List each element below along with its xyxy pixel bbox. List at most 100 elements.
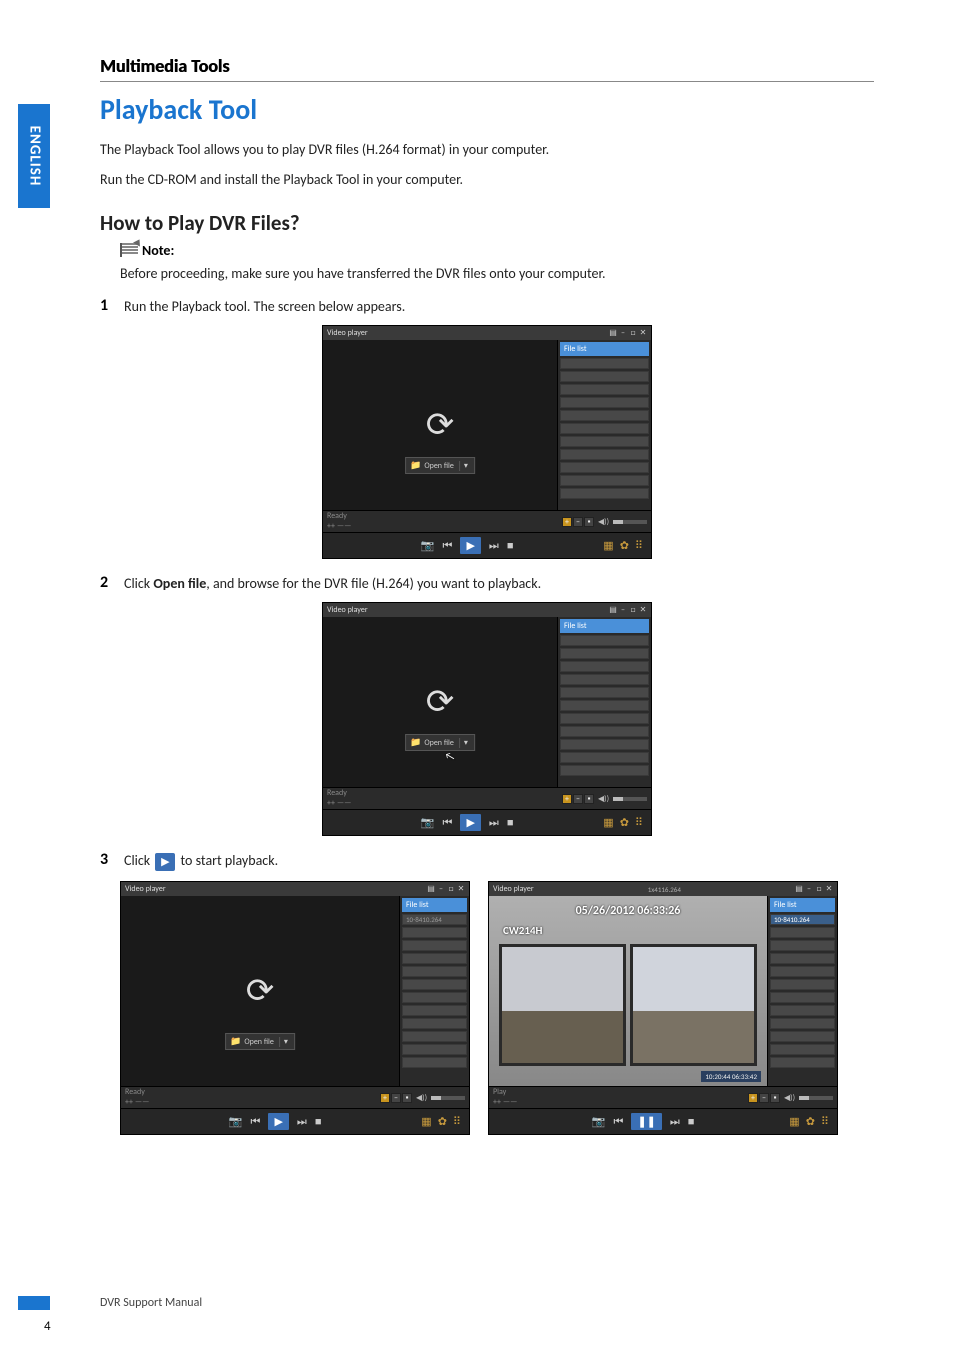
list-item[interactable]	[560, 436, 649, 447]
list-item[interactable]	[770, 979, 835, 990]
stop-button[interactable]: ■	[315, 1115, 322, 1128]
zoom-fit-button[interactable]: ▪	[584, 517, 594, 527]
snapshot-button[interactable]: 📷	[421, 539, 435, 552]
stack-icon[interactable]: ▤	[427, 885, 435, 893]
stop-button[interactable]: ■	[688, 1115, 695, 1128]
list-item[interactable]	[770, 1031, 835, 1042]
list-item[interactable]	[402, 992, 467, 1003]
settings-button[interactable]: ✿	[620, 816, 629, 829]
zoom-fit-button[interactable]: ▪	[770, 1093, 780, 1103]
volume-icon[interactable]: ◀))	[784, 1093, 795, 1103]
zoom-out-button[interactable]: –	[759, 1093, 769, 1103]
list-item[interactable]	[560, 358, 649, 369]
list-item[interactable]: 10-8410.264	[402, 914, 467, 925]
zoom-out-button[interactable]: –	[391, 1093, 401, 1103]
next-button[interactable]: ⏭	[489, 539, 499, 553]
list-item[interactable]	[770, 1018, 835, 1029]
extras-button[interactable]: ⠿	[635, 539, 643, 552]
list-item[interactable]	[560, 713, 649, 724]
next-button[interactable]: ⏭	[489, 816, 499, 830]
volume-slider[interactable]	[613, 520, 647, 524]
stop-button[interactable]: ■	[507, 816, 514, 829]
list-item[interactable]	[770, 940, 835, 951]
extras-button[interactable]: ⠿	[635, 816, 643, 829]
snapshot-button[interactable]: 📷	[421, 816, 435, 829]
list-item[interactable]	[560, 739, 649, 750]
grid-view-button[interactable]: ▦	[603, 539, 613, 552]
zoom-out-button[interactable]: –	[573, 794, 583, 804]
volume-icon[interactable]: ◀))	[416, 1093, 427, 1103]
list-item[interactable]	[770, 992, 835, 1003]
list-item[interactable]	[770, 953, 835, 964]
list-item[interactable]	[560, 752, 649, 763]
list-item[interactable]	[402, 1005, 467, 1016]
list-item[interactable]	[560, 700, 649, 711]
minimize-icon[interactable]: –	[437, 885, 445, 893]
zoom-in-button[interactable]: +	[748, 1093, 758, 1103]
extras-button[interactable]: ⠿	[821, 1115, 829, 1128]
dropdown-caret-icon[interactable]: ▾	[279, 1037, 288, 1047]
extras-button[interactable]: ⠿	[453, 1115, 461, 1128]
prev-button[interactable]: ⏮	[443, 816, 453, 830]
list-item[interactable]	[560, 462, 649, 473]
prev-button[interactable]: ⏮	[251, 1115, 261, 1129]
dropdown-caret-icon[interactable]: ▾	[459, 461, 468, 471]
list-item[interactable]	[560, 397, 649, 408]
list-item[interactable]	[560, 648, 649, 659]
stack-icon[interactable]: ▤	[609, 606, 617, 614]
list-item[interactable]	[402, 1057, 467, 1068]
list-item[interactable]	[402, 979, 467, 990]
prev-button[interactable]: ⏮	[614, 1115, 624, 1129]
list-item[interactable]	[560, 635, 649, 646]
list-item[interactable]	[560, 726, 649, 737]
list-item[interactable]	[402, 953, 467, 964]
grid-view-button[interactable]: ▦	[421, 1115, 431, 1128]
volume-slider[interactable]	[431, 1096, 465, 1100]
list-item[interactable]	[560, 488, 649, 499]
zoom-in-button[interactable]: +	[562, 517, 572, 527]
settings-button[interactable]: ✿	[620, 539, 629, 552]
settings-button[interactable]: ✿	[806, 1115, 815, 1128]
grid-view-button[interactable]: ▦	[603, 816, 613, 829]
list-item[interactable]	[770, 966, 835, 977]
play-button[interactable]: ▶	[460, 814, 480, 831]
list-item[interactable]	[402, 1044, 467, 1055]
zoom-fit-button[interactable]: ▪	[402, 1093, 412, 1103]
list-item[interactable]	[402, 1018, 467, 1029]
list-item[interactable]	[560, 661, 649, 672]
list-item[interactable]: 10-8410.264	[770, 914, 835, 925]
stack-icon[interactable]: ▤	[795, 885, 803, 893]
open-file-button[interactable]: 📁 Open file ▾	[225, 1033, 295, 1050]
maximize-icon[interactable]: □	[815, 885, 823, 893]
list-item[interactable]	[560, 687, 649, 698]
grid-view-button[interactable]: ▦	[789, 1115, 799, 1128]
minimize-icon[interactable]: –	[619, 606, 627, 614]
list-item[interactable]	[770, 1044, 835, 1055]
list-item[interactable]	[770, 927, 835, 938]
volume-icon[interactable]: ◀))	[598, 517, 609, 527]
minimize-icon[interactable]: –	[619, 329, 627, 337]
next-button[interactable]: ⏭	[297, 1115, 307, 1129]
list-item[interactable]	[402, 940, 467, 951]
dropdown-caret-icon[interactable]: ▾	[459, 738, 468, 748]
open-file-button[interactable]: 📁 Open file ▾	[405, 734, 475, 751]
list-item[interactable]	[770, 1057, 835, 1068]
play-button[interactable]: ▶	[460, 537, 480, 554]
list-item[interactable]	[560, 423, 649, 434]
list-item[interactable]	[560, 475, 649, 486]
list-item[interactable]	[560, 371, 649, 382]
zoom-fit-button[interactable]: ▪	[584, 794, 594, 804]
maximize-icon[interactable]: □	[629, 329, 637, 337]
minimize-icon[interactable]: –	[805, 885, 813, 893]
stack-icon[interactable]: ▤	[609, 329, 617, 337]
open-file-button[interactable]: 📁 Open file ▾	[405, 457, 475, 474]
zoom-in-button[interactable]: +	[380, 1093, 390, 1103]
volume-icon[interactable]: ◀))	[598, 794, 609, 804]
volume-slider[interactable]	[613, 797, 647, 801]
maximize-icon[interactable]: □	[629, 606, 637, 614]
close-icon[interactable]: ✕	[639, 329, 647, 337]
list-item[interactable]	[560, 765, 649, 776]
list-item[interactable]	[402, 966, 467, 977]
next-button[interactable]: ⏭	[670, 1115, 680, 1129]
list-item[interactable]	[770, 1005, 835, 1016]
